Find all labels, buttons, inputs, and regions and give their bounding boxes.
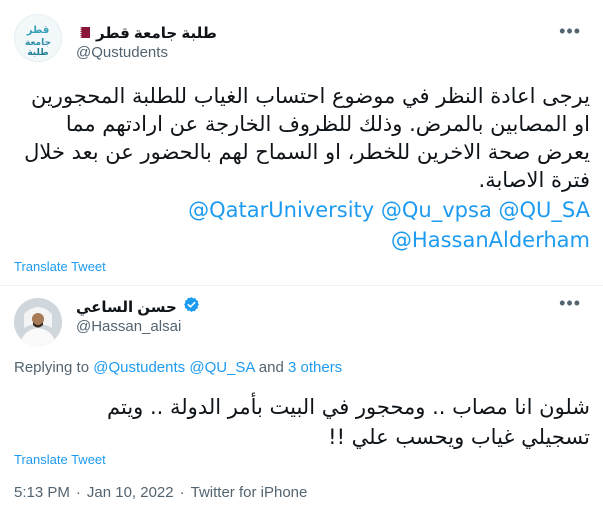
separator: ·	[179, 484, 185, 501]
svg-text:قطر: قطر	[26, 25, 50, 36]
translate-tweet-link[interactable]: Translate Tweet	[14, 259, 106, 274]
mentions-line-1: @QatarUniversity @Qu_vpsa @QU_SA	[14, 198, 590, 222]
separator: ·	[75, 484, 81, 501]
translate-tweet-link[interactable]: Translate Tweet	[14, 452, 106, 467]
user-handle[interactable]: @Hassan_alsai	[76, 318, 181, 335]
mention-link[interactable]: @QU_SA	[499, 198, 591, 222]
replying-to: Replying to @Qustudents @QU_SA and 3 oth…	[14, 359, 342, 376]
user-handle[interactable]: @Qustudents	[76, 44, 168, 61]
replying-prefix: Replying to	[14, 359, 94, 376]
svg-text:جامعة: جامعة	[25, 38, 51, 48]
tweet-original: قطر جامعة طلبة طلبة جامعة قطر @Qustudent…	[0, 0, 603, 286]
tweet-text: شلون انا مصاب .. ومحجور في البيت بأمر ال…	[14, 392, 590, 452]
tweet-date[interactable]: Jan 10, 2022	[87, 484, 174, 501]
flag-qatar-icon	[76, 25, 90, 42]
display-name: طلبة جامعة قطر	[96, 25, 217, 42]
tweet-source[interactable]: Twitter for iPhone	[191, 484, 308, 501]
reply-others-link[interactable]: 3 others	[288, 359, 342, 376]
reply-mention-link[interactable]: @QU_SA	[189, 359, 254, 376]
more-icon[interactable]: •••	[559, 22, 581, 40]
replying-and: and	[254, 359, 288, 376]
tweet-text-line: تسجيلي غياب ويحسب علي !!	[328, 425, 590, 449]
avatar[interactable]: قطر جامعة طلبة	[14, 14, 62, 62]
svg-text:طلبة: طلبة	[27, 48, 48, 58]
more-icon[interactable]: •••	[559, 294, 581, 312]
tweet-text-line: شلون انا مصاب .. ومحجور في البيت بأمر ال…	[107, 395, 590, 419]
mentions-line-2: @HassanAlderham	[14, 228, 590, 252]
mention-link[interactable]: @HassanAlderham	[391, 228, 590, 252]
mention-link[interactable]: @Qu_vpsa	[381, 198, 492, 222]
tweet-text: يرجى اعادة النظر في موضوع احتساب الغياب …	[24, 84, 590, 192]
user-photo-icon	[14, 298, 62, 346]
avatar[interactable]	[14, 298, 62, 346]
qu-students-logo-icon: قطر جامعة طلبة	[25, 25, 51, 58]
tweet-time[interactable]: 5:13 PM	[14, 484, 70, 501]
display-name: حسن الساعي	[76, 298, 177, 316]
mention-link[interactable]: @QatarUniversity	[188, 198, 374, 222]
tweet-meta: 5:13 PM · Jan 10, 2022 · Twitter for iPh…	[14, 484, 307, 501]
author-name-row[interactable]: حسن الساعي	[76, 296, 200, 317]
tweet-reply: حسن الساعي @Hassan_alsai ••• Replying to…	[0, 286, 603, 516]
reply-mention-link[interactable]: @Qustudents	[93, 359, 185, 376]
verified-badge-icon	[183, 296, 200, 317]
author-name-row[interactable]: طلبة جامعة قطر	[76, 24, 217, 42]
